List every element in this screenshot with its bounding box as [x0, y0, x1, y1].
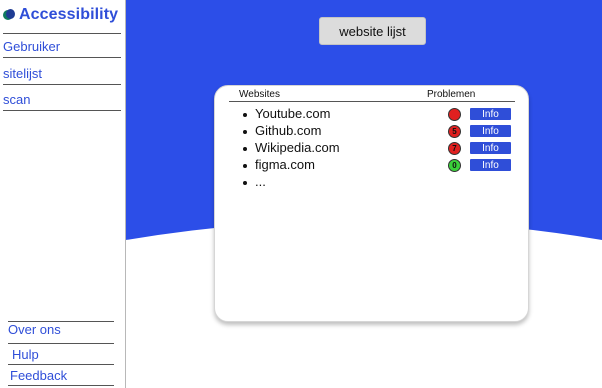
list-item: Github.com 5 Info [215, 123, 530, 140]
bullet-icon [243, 130, 247, 134]
bullet-icon [243, 113, 247, 117]
sidebar-item-scan[interactable]: scan [3, 92, 121, 111]
logo[interactable]: Accessibility [3, 6, 118, 24]
column-header-problems: Problemen [427, 89, 476, 100]
divider [3, 33, 121, 34]
problem-count-badge: 7 [448, 142, 461, 155]
header-divider [229, 101, 515, 102]
divider [8, 364, 114, 365]
footer-link-hulp[interactable]: Hulp [12, 347, 39, 362]
list-item: Youtube.com Info [215, 106, 530, 123]
divider [8, 343, 114, 344]
website-list-button[interactable]: website lijst [319, 17, 426, 45]
sidebar-item-sitelijst[interactable]: sitelijst [3, 66, 121, 85]
footer-link-over-ons[interactable]: Over ons [8, 322, 61, 337]
footer-link-feedback[interactable]: Feedback [10, 368, 67, 383]
sidebar: Accessibility Gebruiker sitelijst scan O… [0, 0, 126, 388]
column-header-websites: Websites [239, 89, 280, 100]
logo-icon [3, 9, 15, 21]
site-name-ellipsis: ... [255, 174, 266, 189]
info-button[interactable]: Info [470, 108, 511, 120]
info-button[interactable]: Info [470, 125, 511, 137]
info-button[interactable]: Info [470, 159, 511, 171]
site-name: Youtube.com [255, 106, 331, 121]
site-name: figma.com [255, 157, 315, 172]
app-root: Accessibility Gebruiker sitelijst scan O… [0, 0, 602, 388]
bullet-icon [243, 164, 247, 168]
list-item: ... [215, 174, 530, 191]
info-button[interactable]: Info [470, 142, 511, 154]
site-name: Wikipedia.com [255, 140, 340, 155]
list-item: figma.com 0 Info [215, 157, 530, 174]
bullet-icon [243, 147, 247, 151]
logo-text: Accessibility [19, 6, 119, 23]
problem-count-badge [448, 108, 461, 121]
list-item: Wikipedia.com 7 Info [215, 140, 530, 157]
main-content: website lijst Websites Problemen Youtube… [126, 0, 602, 388]
problem-count-badge: 0 [448, 159, 461, 172]
site-name: Github.com [255, 123, 322, 138]
divider [8, 385, 114, 386]
bullet-icon [243, 181, 247, 185]
sidebar-item-gebruiker[interactable]: Gebruiker [3, 39, 121, 58]
websites-card: Websites Problemen Youtube.com Info Gith… [214, 85, 529, 322]
problem-count-badge: 5 [448, 125, 461, 138]
